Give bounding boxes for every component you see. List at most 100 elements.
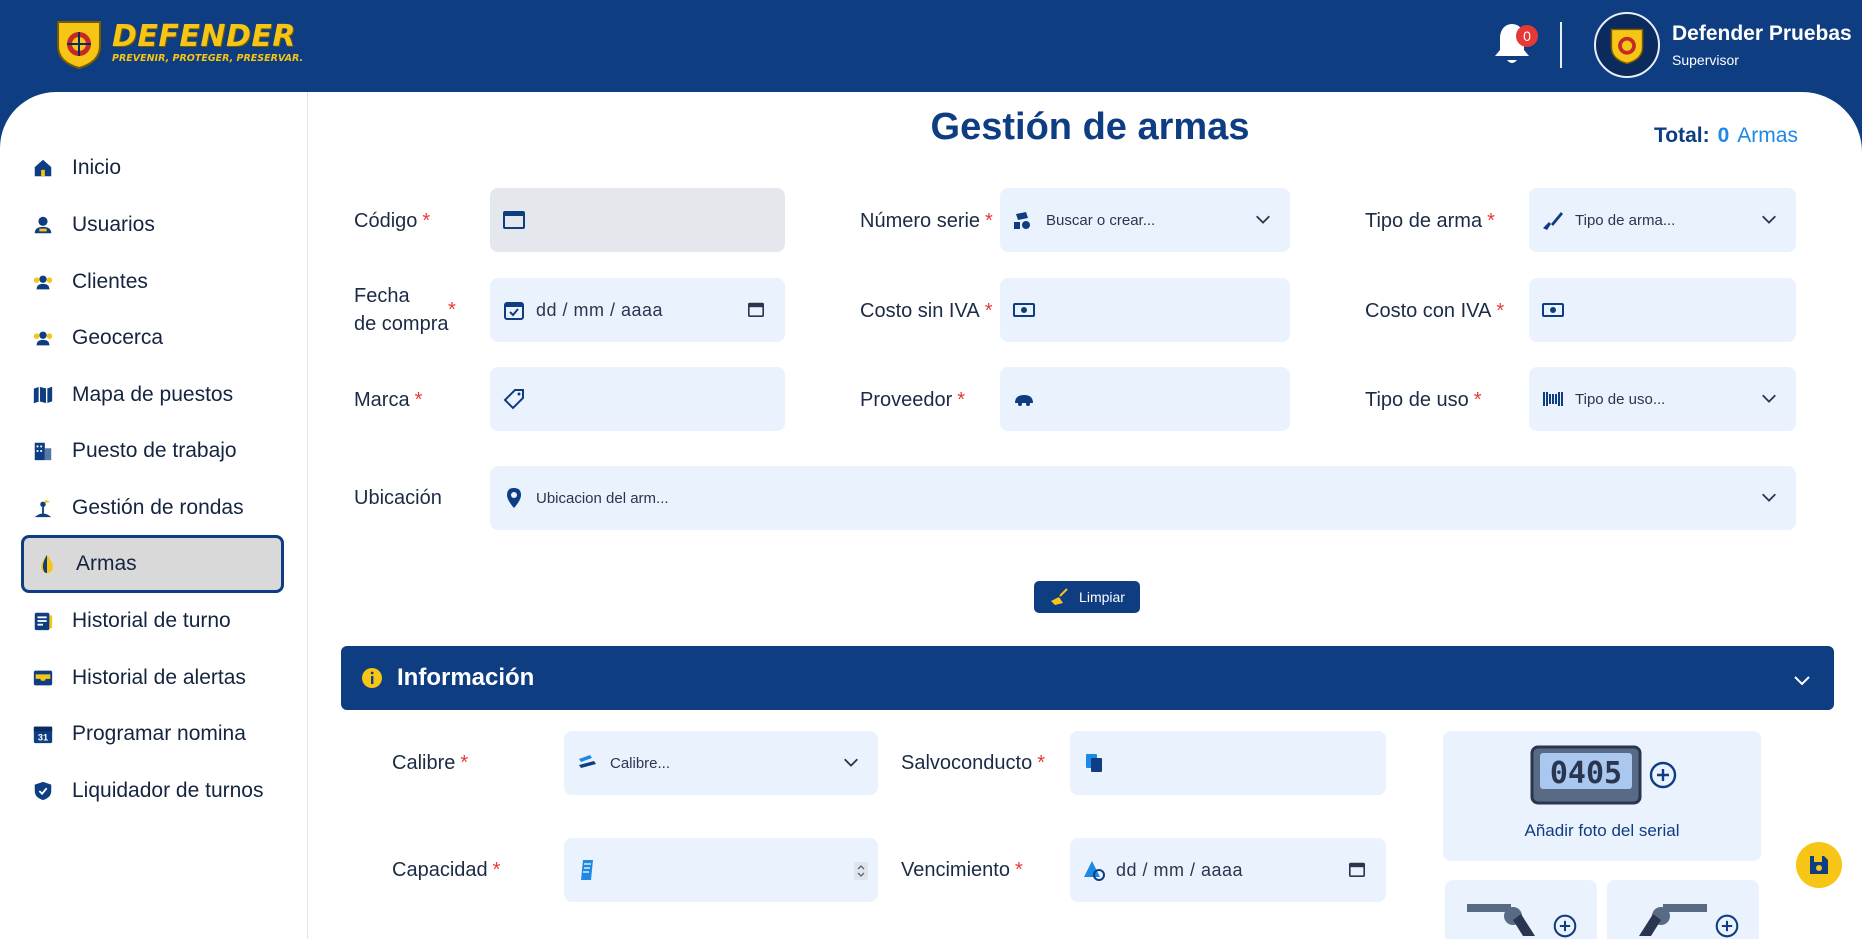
sidebar-item-clientes[interactable]: Clientes xyxy=(22,254,282,310)
numero-serie-select[interactable]: Buscar o crear... xyxy=(1000,188,1290,252)
sidebar-item-gestion-de-rondas[interactable]: Gestión de rondas xyxy=(22,480,282,536)
sidebar-item-label: Historial de alertas xyxy=(72,666,246,689)
info-section-title: Información xyxy=(397,664,535,691)
sidebar-item-label: Gestión de rondas xyxy=(72,496,244,519)
vencimiento-placeholder: dd / mm / aaaa xyxy=(1116,859,1244,880)
location-pin-icon xyxy=(507,488,521,508)
marca-label: Marca * xyxy=(354,389,423,411)
sidebar-item-usuarios[interactable]: Usuarios xyxy=(22,197,282,253)
serial-photo-card[interactable]: 0405 Añadir foto del serial xyxy=(1443,731,1761,861)
sidebar-item-historial-de-turno[interactable]: Historial de turno xyxy=(22,593,282,649)
page-title: Gestión de armas xyxy=(930,106,1250,148)
serial-plate-icon: 0405 xyxy=(1530,745,1642,805)
clear-button[interactable]: Limpiar xyxy=(1034,581,1140,613)
serial-photo-caption: Añadir foto del serial xyxy=(1524,821,1680,840)
save-button[interactable] xyxy=(1796,842,1842,888)
sidebar-item-puesto-de-trabajo[interactable]: Puesto de trabajo xyxy=(22,423,282,479)
calibre-label: Calibre * xyxy=(392,752,469,774)
marca-input[interactable] xyxy=(490,367,785,431)
tipo-arma-placeholder: Tipo de arma... xyxy=(1575,211,1676,229)
logo-title: DEFENDER xyxy=(112,19,296,54)
window-icon xyxy=(503,211,525,229)
svg-text:31: 31 xyxy=(38,732,48,742)
info-section-header[interactable]: Información xyxy=(341,646,1834,710)
costo-sin-iva-label: Costo sin IVA * xyxy=(860,300,993,322)
calibre-placeholder: Calibre... xyxy=(610,754,671,772)
money-icon xyxy=(1013,303,1035,317)
stepper-icon[interactable] xyxy=(854,862,868,880)
calendar-check-icon xyxy=(504,302,524,320)
total-label: Total: xyxy=(1654,124,1710,147)
tipo-arma-label: Tipo de arma * xyxy=(1365,210,1495,232)
ubicacion-label: Ubicación xyxy=(354,487,442,509)
sidebar-item-label: Mapa de puestos xyxy=(72,383,234,406)
weapon-photo-card-1[interactable] xyxy=(1445,880,1597,939)
chevron-down-icon xyxy=(1794,676,1810,686)
round-icon xyxy=(34,499,52,518)
user-name: Defender Pruebas xyxy=(1672,22,1852,45)
calendar-picker-icon[interactable] xyxy=(1348,860,1366,878)
history-icon xyxy=(34,612,53,631)
add-circle-icon[interactable] xyxy=(1553,914,1577,938)
weapon-photo-card-2[interactable] xyxy=(1607,880,1759,939)
ubicacion-select[interactable]: Ubicacion del arm... xyxy=(490,466,1796,530)
tag-icon xyxy=(503,389,524,410)
save-icon xyxy=(1810,856,1828,874)
salvoconducto-input[interactable] xyxy=(1070,731,1386,795)
sidebar-item-inicio[interactable]: Inicio xyxy=(22,140,282,196)
logo-badge-icon xyxy=(57,21,101,70)
sidebar-item-armas[interactable]: Armas xyxy=(21,535,284,593)
sidebar-item-geocerca[interactable]: Geocerca xyxy=(22,310,282,366)
fecha-compra-date-input[interactable]: dd / mm / aaaa xyxy=(490,278,785,342)
proveedor-input[interactable] xyxy=(1000,367,1290,431)
calibre-select[interactable]: Calibre... xyxy=(564,731,878,795)
users-icon xyxy=(33,331,53,346)
tipo-uso-select[interactable]: Tipo de uso... xyxy=(1529,367,1796,431)
rifle-icon xyxy=(1543,212,1563,230)
calendar-picker-icon[interactable] xyxy=(747,300,765,318)
svg-text:0405: 0405 xyxy=(1550,756,1622,791)
costo-con-iva-label: Costo con IVA * xyxy=(1365,300,1505,322)
sidebar-item-label: Liquidador de turnos xyxy=(72,779,264,802)
total-counter: Total: 0 Armas xyxy=(1654,124,1798,148)
capacidad-input[interactable] xyxy=(564,838,878,902)
costo-sin-iva-input[interactable] xyxy=(1000,278,1290,342)
sidebar-item-liquidador-de-turnos[interactable]: Liquidador de turnos xyxy=(22,763,282,819)
sidebar-item-mapa-de-puestos[interactable]: Mapa de puestos xyxy=(22,367,282,423)
user-icon xyxy=(34,216,52,234)
sidebar-item-label: Inicio xyxy=(72,156,122,179)
shield-icon xyxy=(34,781,52,801)
vencimiento-label: Vencimiento * xyxy=(901,859,1023,881)
numero-serie-placeholder: Buscar o crear... xyxy=(1046,211,1156,229)
numero-serie-label: Número serie * xyxy=(860,210,993,232)
costo-con-iva-input[interactable] xyxy=(1529,278,1796,342)
avatar[interactable] xyxy=(1594,12,1660,78)
sidebar-item-historial-de-alertas[interactable]: Historial de alertas xyxy=(22,650,282,706)
sidebar-item-label: Programar nomina xyxy=(72,722,246,745)
ubicacion-placeholder: Ubicacion del arm... xyxy=(536,489,669,507)
salvoconducto-label: Salvoconducto * xyxy=(901,752,1045,774)
home-icon xyxy=(34,159,52,177)
fecha-compra-placeholder: dd / mm / aaaa xyxy=(536,299,664,320)
chevron-down-icon xyxy=(1256,215,1270,224)
capacidad-label: Capacidad * xyxy=(392,859,501,881)
sidebar-item-label: Usuarios xyxy=(72,213,155,236)
tipo-uso-label: Tipo de uso * xyxy=(1365,389,1482,411)
calendar-icon: 31 xyxy=(33,726,53,744)
sidebar-item-label: Geocerca xyxy=(72,326,164,349)
app-logo[interactable]: DEFENDER PREVENIR, PROTEGER, PRESERVAR. xyxy=(52,16,303,70)
total-value: 0 xyxy=(1717,124,1730,147)
avatar-logo-icon xyxy=(1610,28,1644,65)
expiry-warning-icon xyxy=(1084,861,1105,881)
chevron-down-icon xyxy=(1762,394,1776,403)
tipo-uso-placeholder: Tipo de uso... xyxy=(1575,390,1666,408)
vencimiento-date-input[interactable]: dd / mm / aaaa xyxy=(1070,838,1386,902)
tipo-arma-select[interactable]: Tipo de arma... xyxy=(1529,188,1796,252)
info-icon xyxy=(362,668,382,688)
add-circle-icon[interactable] xyxy=(1649,761,1677,789)
truck-icon xyxy=(1015,395,1033,406)
add-circle-icon[interactable] xyxy=(1715,914,1739,938)
sidebar-item-programar-nomina[interactable]: 31 Programar nomina xyxy=(22,706,282,762)
bullet-icon xyxy=(579,755,596,768)
sidebar-item-label: Historial de turno xyxy=(72,609,231,632)
